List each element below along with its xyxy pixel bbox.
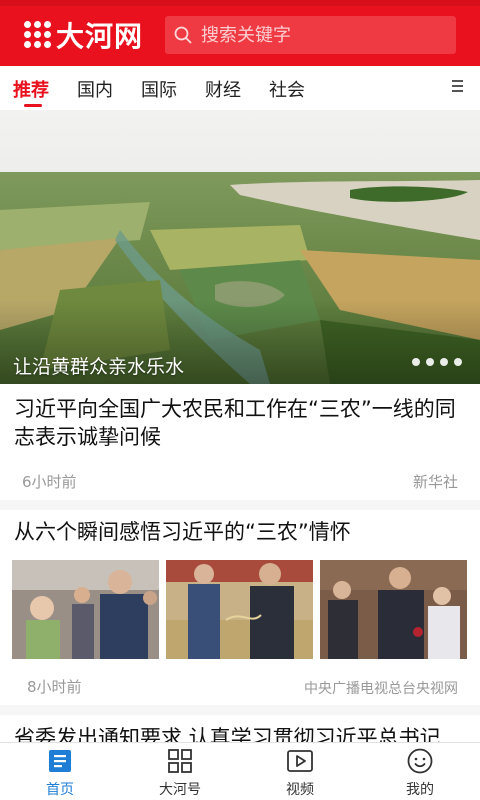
- tab-international[interactable]: 国际: [141, 76, 177, 102]
- news-thumbnail[interactable]: [166, 560, 313, 659]
- bottom-tab-bar: 首页 大河号 视频 我的: [0, 742, 480, 800]
- profile-icon: [407, 748, 433, 774]
- news-time: 8小时前: [27, 678, 82, 696]
- carousel-dot[interactable]: [440, 358, 448, 366]
- app-header: 大河网: [0, 0, 480, 66]
- logo-text: 大河网: [56, 20, 144, 53]
- home-icon: [49, 750, 71, 772]
- tabbar-dahe-account[interactable]: 大河号: [120, 743, 240, 800]
- carousel-dot[interactable]: [426, 358, 434, 366]
- news-photo: [166, 560, 313, 659]
- logo-dots-icon: [24, 21, 52, 49]
- hero-caption: 让沿黄群众亲水乐水: [13, 356, 185, 378]
- search-icon: [174, 26, 192, 44]
- search-input[interactable]: [201, 24, 441, 46]
- video-icon: [287, 750, 313, 772]
- news-title[interactable]: 从六个瞬间感悟习近平的“三农”情怀: [14, 518, 466, 546]
- tabbar-label: 我的: [406, 782, 434, 798]
- news-source: 中央广播电视总台央视网: [304, 681, 458, 697]
- news-thumbnail[interactable]: [12, 560, 159, 659]
- tabbar-profile[interactable]: 我的: [360, 743, 480, 800]
- carousel-indicator: [412, 358, 462, 366]
- tab-recommend[interactable]: 推荐: [13, 76, 49, 102]
- news-title[interactable]: 习近平向全国广大农民和工作在“三农”一线的同志表示诚挚问候: [14, 395, 466, 451]
- tab-finance[interactable]: 财经: [205, 76, 241, 102]
- status-bar: [0, 0, 480, 6]
- grid-icon: [168, 749, 192, 773]
- app-logo[interactable]: 大河网: [24, 18, 144, 53]
- divider: [0, 705, 480, 715]
- tabbar-label: 视频: [286, 782, 314, 798]
- news-source: 新华社: [412, 473, 458, 491]
- carousel-dot[interactable]: [454, 358, 462, 366]
- tabbar-home[interactable]: 首页: [0, 743, 120, 800]
- search-box[interactable]: [165, 16, 456, 54]
- hero-landscape-image: [0, 110, 480, 384]
- tab-society[interactable]: 社会: [269, 76, 305, 102]
- news-photo: [12, 560, 159, 659]
- tabbar-video[interactable]: 视频: [240, 743, 360, 800]
- tabbar-label: 大河号: [159, 782, 201, 798]
- news-photo: [320, 560, 467, 659]
- news-time: 6小时前: [22, 473, 77, 491]
- active-tab-indicator: [24, 104, 42, 107]
- divider: [0, 500, 480, 510]
- category-tabs: 推荐 国内 国际 财经 社会: [0, 66, 480, 110]
- carousel-dot[interactable]: [412, 358, 420, 366]
- news-thumbnail[interactable]: [320, 560, 467, 659]
- hero-banner[interactable]: [0, 110, 480, 384]
- tabbar-label: 首页: [46, 782, 74, 798]
- tab-domestic[interactable]: 国内: [77, 76, 113, 102]
- menu-icon[interactable]: [449, 80, 465, 96]
